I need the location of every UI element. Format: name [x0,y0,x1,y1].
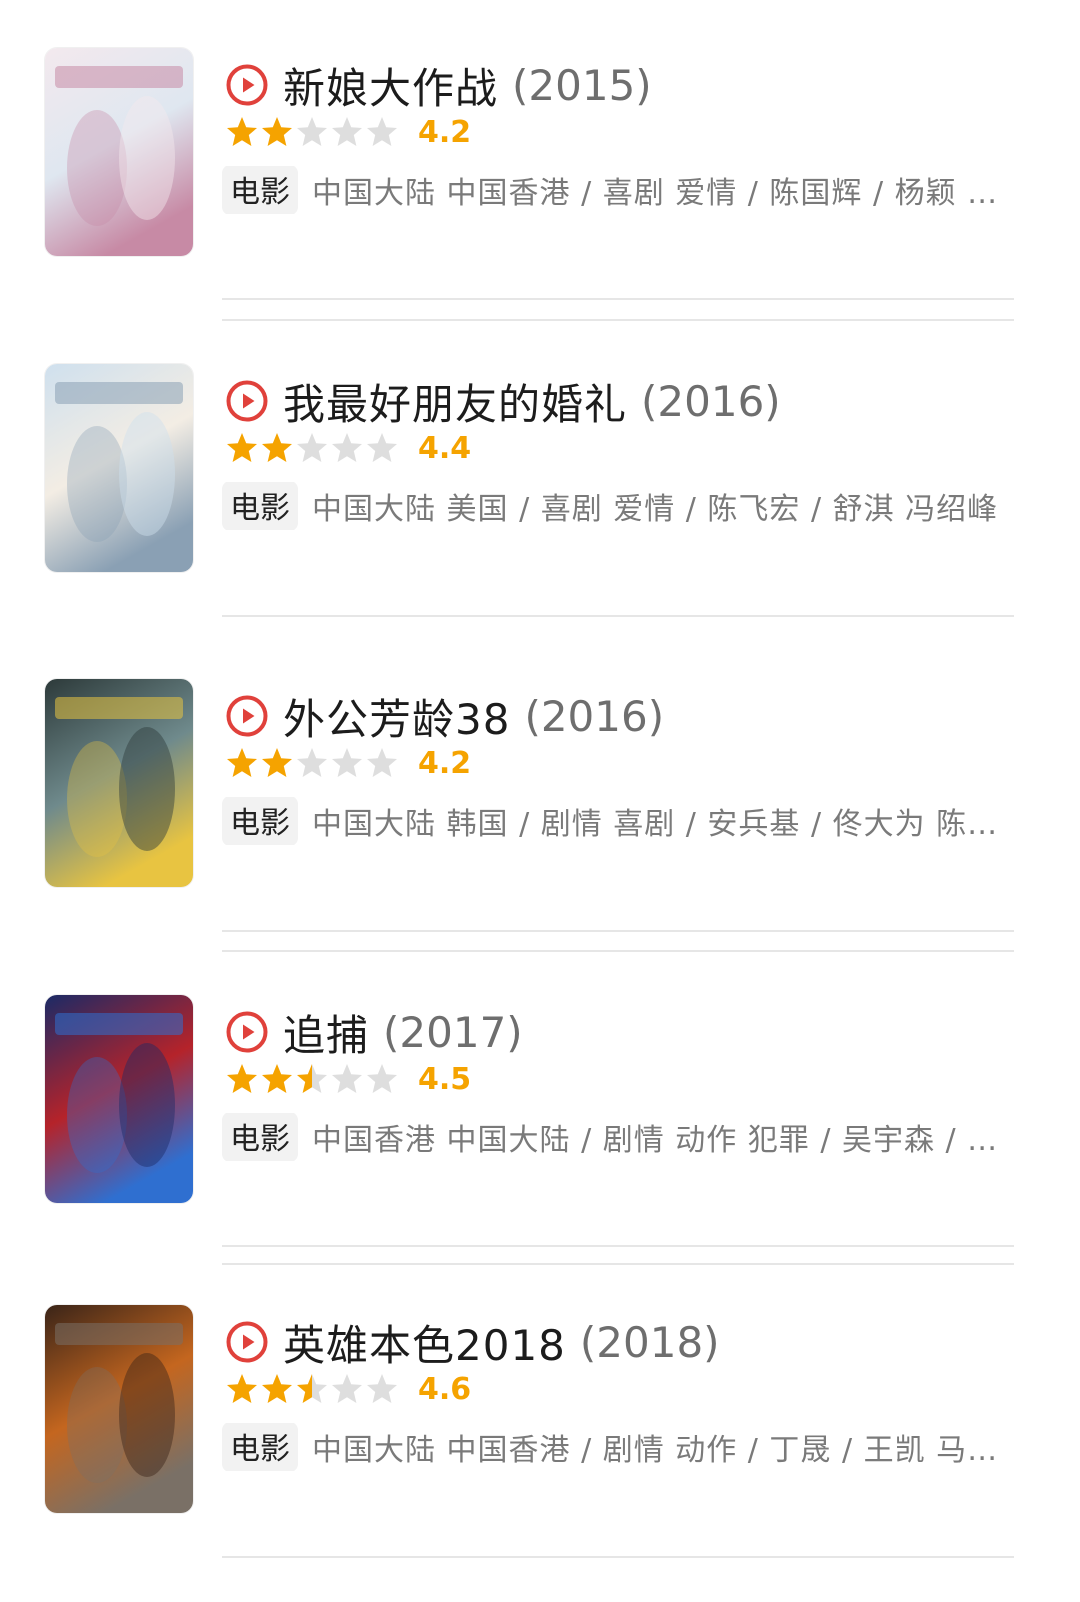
movie-title[interactable]: 我最好朋友的婚礼 [283,371,627,432]
movie-poster[interactable] [45,364,193,572]
rating-score: 4.2 [418,114,472,150]
movie-poster[interactable] [45,48,193,256]
list-divider [222,930,1014,932]
movie-list: 新娘大作战 (2015) 4.2 电影 中国大陆 中国香港 / 喜剧 爱情 / … [0,0,1080,1602]
rating-row: 4.4 [225,428,471,468]
star-rating [225,1062,400,1096]
play-circle-icon[interactable] [225,379,269,423]
meta-row: 电影 中国大陆 韩国 / 剧情 喜剧 / 安兵基 / 佟大为 陈… [222,797,1018,845]
rating-row: 4.5 [225,1059,471,1099]
star-icon [262,748,292,777]
star-icon [297,117,327,146]
movie-year: (2016) [524,691,665,741]
list-divider [222,1556,1014,1558]
type-tag: 电影 [222,166,298,214]
movie-meta: 中国大陆 中国香港 / 喜剧 爱情 / 陈国辉 / 杨颖 … [312,176,999,211]
star-icon [227,1374,257,1403]
star-icon [367,117,397,146]
movie-poster[interactable] [45,1305,193,1513]
star-icon [297,1064,327,1093]
list-divider [222,615,1014,617]
movie-item[interactable]: 我最好朋友的婚礼 (2016) 4.4 电影 中国大陆 美国 / 喜剧 爱情 /… [0,364,1080,589]
movie-year: (2018) [579,1317,720,1367]
play-circle-icon[interactable] [225,1010,269,1054]
list-divider [222,950,1014,952]
title-row: 外公芳龄38 (2016) [225,685,664,747]
star-icon [297,748,327,777]
movie-title[interactable]: 外公芳龄38 [283,686,510,747]
star-icon [297,1374,327,1403]
movie-year: (2017) [383,1007,523,1057]
rating-row: 4.6 [225,1369,471,1409]
star-icon [262,1064,292,1093]
star-rating [225,115,400,149]
movie-meta: 中国香港 中国大陆 / 剧情 动作 犯罪 / 吴宇森 / … [312,1123,999,1158]
star-icon [332,748,362,777]
star-icon [332,117,362,146]
movie-poster[interactable] [45,995,193,1203]
star-rating [225,1372,400,1406]
list-divider [222,319,1014,321]
type-tag: 电影 [222,482,298,530]
star-rating [225,746,400,780]
movie-item[interactable]: 新娘大作战 (2015) 4.2 电影 中国大陆 中国香港 / 喜剧 爱情 / … [0,48,1080,273]
list-divider [222,1245,1014,1247]
list-divider [222,1263,1014,1265]
type-tag: 电影 [222,1423,298,1471]
star-icon [367,433,397,462]
poster-image [45,1305,193,1513]
rating-row: 4.2 [225,112,471,152]
rating-score: 4.6 [418,1371,472,1407]
movie-year: (2015) [512,60,652,110]
star-icon [227,1064,257,1093]
star-icon [262,117,292,146]
title-row: 我最好朋友的婚礼 (2016) [225,370,781,432]
meta-row: 电影 中国香港 中国大陆 / 剧情 动作 犯罪 / 吴宇森 / … [222,1113,1018,1161]
list-divider [222,298,1014,300]
movie-item[interactable]: 追捕 (2017) 4.5 电影 中国香港 中国大陆 / 剧情 动作 犯罪 / … [0,995,1080,1220]
play-circle-icon[interactable] [225,694,269,738]
poster-image [45,995,193,1203]
play-circle-icon[interactable] [225,1320,269,1364]
poster-image [45,48,193,256]
movie-item[interactable]: 外公芳龄38 (2016) 4.2 电影 中国大陆 韩国 / 剧情 喜剧 / 安… [0,679,1080,904]
rating-score: 4.5 [418,1061,472,1097]
star-icon [367,1374,397,1403]
play-circle-icon[interactable] [225,63,269,107]
movie-meta: 中国大陆 韩国 / 剧情 喜剧 / 安兵基 / 佟大为 陈… [312,807,999,842]
star-icon [262,433,292,462]
star-icon [262,1374,292,1403]
rating-score: 4.2 [418,745,472,781]
rating-row: 4.2 [225,743,471,783]
star-icon [227,748,257,777]
star-icon [367,748,397,777]
star-icon [227,117,257,146]
rating-score: 4.4 [418,430,472,466]
poster-image [45,364,193,572]
title-row: 英雄本色2018 (2018) [225,1311,720,1373]
meta-row: 电影 中国大陆 中国香港 / 喜剧 爱情 / 陈国辉 / 杨颖 … [222,166,1018,214]
star-icon [227,433,257,462]
movie-title[interactable]: 追捕 [283,1002,369,1063]
movie-meta: 中国大陆 美国 / 喜剧 爱情 / 陈飞宏 / 舒淇 冯绍峰 [312,492,999,527]
star-icon [367,1064,397,1093]
type-tag: 电影 [222,797,298,845]
star-icon [297,433,327,462]
movie-item[interactable]: 英雄本色2018 (2018) 4.6 电影 中国大陆 中国香港 / 剧情 动作… [0,1305,1080,1530]
star-icon [332,1064,362,1093]
movie-year: (2016) [641,376,781,426]
star-icon [332,433,362,462]
movie-title[interactable]: 新娘大作战 [283,55,498,116]
title-row: 新娘大作战 (2015) [225,54,652,116]
movie-title[interactable]: 英雄本色2018 [283,1312,566,1373]
movie-poster[interactable] [45,679,193,887]
star-rating [225,431,400,465]
star-icon [332,1374,362,1403]
meta-row: 电影 中国大陆 美国 / 喜剧 爱情 / 陈飞宏 / 舒淇 冯绍峰 [222,482,1018,530]
meta-row: 电影 中国大陆 中国香港 / 剧情 动作 / 丁晟 / 王凯 马… [222,1423,1018,1471]
poster-image [45,679,193,887]
movie-meta: 中国大陆 中国香港 / 剧情 动作 / 丁晟 / 王凯 马… [312,1433,999,1468]
type-tag: 电影 [222,1113,298,1161]
title-row: 追捕 (2017) [225,1001,523,1063]
